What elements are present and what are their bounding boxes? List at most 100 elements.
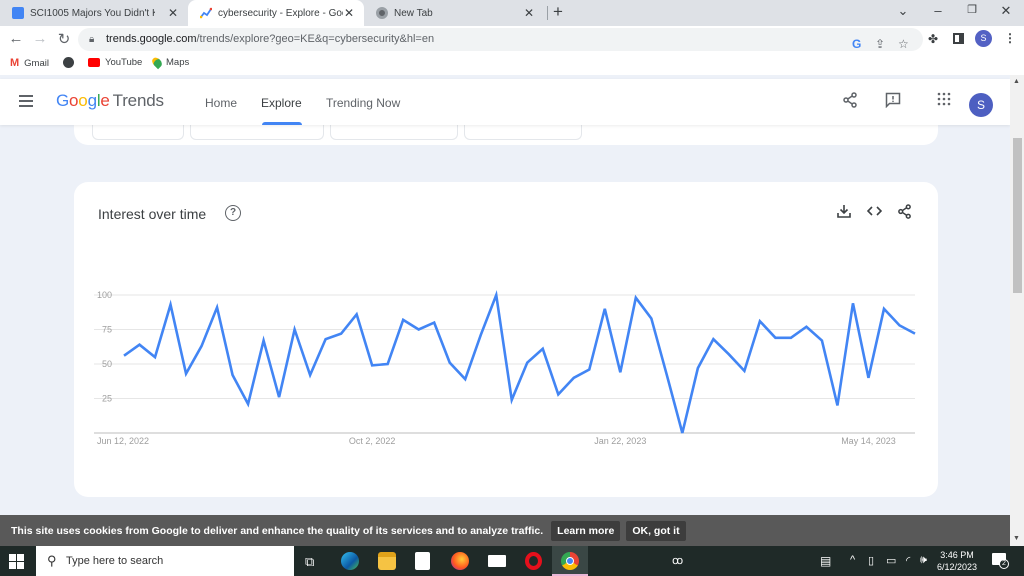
data-point[interactable] — [865, 375, 871, 381]
data-point[interactable] — [493, 292, 499, 298]
bookmark-gmail[interactable]: M Gmail — [10, 57, 49, 69]
nav-home[interactable]: Home — [205, 96, 237, 110]
extensions-icon[interactable]: ✤ — [928, 32, 938, 46]
data-point[interactable] — [664, 372, 670, 378]
wifi-icon[interactable]: ◜ — [906, 554, 910, 567]
data-point[interactable] — [245, 401, 251, 407]
data-point[interactable] — [602, 306, 608, 312]
menu-icon[interactable] — [19, 95, 33, 110]
data-point[interactable] — [400, 317, 406, 323]
data-point[interactable] — [261, 338, 267, 344]
file-explorer-icon[interactable] — [378, 552, 396, 570]
data-point[interactable] — [803, 324, 809, 330]
people-icon[interactable]: ꝏ — [672, 554, 683, 567]
show-hidden-icons[interactable]: ^ — [850, 554, 855, 566]
opera-icon[interactable] — [525, 552, 542, 570]
scrollbar-thumb[interactable] — [1013, 138, 1022, 293]
windows-start-icon[interactable] — [9, 554, 24, 569]
volume-icon[interactable]: 🕪︎ — [920, 554, 927, 567]
clock[interactable]: 3:46 PM 6/12/2023 — [937, 549, 977, 573]
data-point[interactable] — [152, 354, 158, 360]
data-point[interactable] — [183, 371, 189, 377]
data-point[interactable] — [741, 368, 747, 374]
bookmark-youtube[interactable]: YouTube — [88, 57, 142, 68]
data-point[interactable] — [881, 306, 887, 312]
chrome-menu-icon[interactable]: ⋮ — [1004, 31, 1016, 45]
data-point[interactable] — [509, 397, 515, 403]
data-point[interactable] — [695, 365, 701, 371]
google-trends-logo[interactable]: Google Trends — [56, 91, 164, 111]
data-point[interactable] — [462, 376, 468, 382]
tab-new-tab[interactable]: New Tab ✕ — [364, 0, 544, 26]
restore-button[interactable]: ❐ — [962, 3, 982, 16]
data-point[interactable] — [323, 336, 329, 342]
data-point[interactable] — [524, 360, 530, 366]
firefox-icon[interactable] — [451, 552, 469, 570]
page-scrollbar[interactable]: ▲ — [1010, 75, 1024, 515]
data-point[interactable] — [385, 361, 391, 367]
data-point[interactable] — [447, 360, 453, 366]
data-point[interactable] — [617, 369, 623, 375]
close-tab-icon[interactable]: ✕ — [524, 6, 534, 20]
account-avatar[interactable]: S — [969, 93, 993, 117]
tab-docs[interactable]: SCI1005 Majors You Didn't Know ✕ — [0, 0, 188, 26]
edge-icon[interactable] — [341, 552, 359, 570]
data-point[interactable] — [850, 300, 856, 306]
meet-now-icon[interactable]: ▯ — [868, 554, 874, 567]
close-window-button[interactable]: ✕ — [996, 3, 1016, 19]
data-point[interactable] — [788, 335, 794, 341]
ok-got-it-button[interactable]: OK, got it — [626, 520, 686, 541]
data-point[interactable] — [772, 335, 778, 341]
data-point[interactable] — [214, 304, 220, 310]
data-point[interactable] — [292, 327, 298, 333]
microsoft-store-icon[interactable] — [415, 552, 430, 570]
tab-trends[interactable]: cybersecurity - Explore - Google ✕ — [188, 0, 364, 26]
nav-trending-now[interactable]: Trending Now — [326, 96, 400, 110]
data-point[interactable] — [307, 372, 313, 378]
bookmark-globe[interactable] — [63, 57, 74, 68]
battery-icon[interactable]: ▭ — [886, 554, 896, 567]
chrome-taskbar-button[interactable] — [552, 546, 588, 576]
new-tab-button[interactable]: + — [553, 2, 563, 22]
profile-avatar[interactable]: S — [975, 30, 992, 47]
learn-more-button[interactable]: Learn more — [551, 520, 621, 541]
bookmark-maps[interactable]: Maps — [150, 55, 189, 70]
data-point[interactable] — [571, 375, 577, 381]
back-button[interactable]: ← — [6, 30, 26, 47]
scroll-down-arrow[interactable]: ▼ — [1013, 535, 1020, 542]
data-point[interactable] — [369, 362, 375, 368]
data-point[interactable] — [540, 346, 546, 352]
data-point[interactable] — [834, 402, 840, 408]
data-point[interactable] — [137, 342, 143, 348]
notifications-icon[interactable]: 2 — [992, 553, 1009, 569]
apps-grid-icon[interactable] — [937, 92, 951, 111]
task-view-icon[interactable]: ⧉ — [305, 554, 314, 570]
side-panel-icon[interactable] — [953, 33, 964, 44]
data-point[interactable] — [121, 353, 127, 359]
reload-button[interactable]: ↻ — [54, 30, 74, 48]
mail-icon[interactable] — [488, 555, 506, 567]
data-point[interactable] — [896, 322, 902, 328]
data-point[interactable] — [431, 320, 437, 326]
data-point[interactable] — [912, 331, 918, 337]
data-point[interactable] — [416, 327, 422, 333]
share-icon[interactable] — [842, 92, 858, 113]
data-point[interactable] — [478, 332, 484, 338]
data-point[interactable] — [199, 343, 205, 349]
scroll-up-arrow[interactable]: ▲ — [1013, 78, 1020, 85]
data-point[interactable] — [555, 391, 561, 397]
nav-explore[interactable]: Explore — [261, 96, 302, 110]
data-point[interactable] — [230, 372, 236, 378]
minimize-button[interactable]: – — [928, 3, 948, 18]
interest-chart[interactable]: 25 50 75 100 Jun 12, 2022 Oct 2, 2022 Jan 22, … — [74, 182, 938, 497]
data-point[interactable] — [819, 338, 825, 344]
close-tab-icon[interactable]: ✕ — [344, 6, 354, 20]
data-point[interactable] — [354, 311, 360, 317]
data-point[interactable] — [633, 295, 639, 301]
data-point[interactable] — [648, 315, 654, 321]
feedback-icon[interactable] — [885, 92, 901, 113]
tab-search-icon[interactable]: ⌄ — [893, 3, 913, 19]
close-tab-icon[interactable]: ✕ — [168, 6, 178, 20]
data-point[interactable] — [168, 302, 174, 308]
data-point[interactable] — [726, 351, 732, 357]
